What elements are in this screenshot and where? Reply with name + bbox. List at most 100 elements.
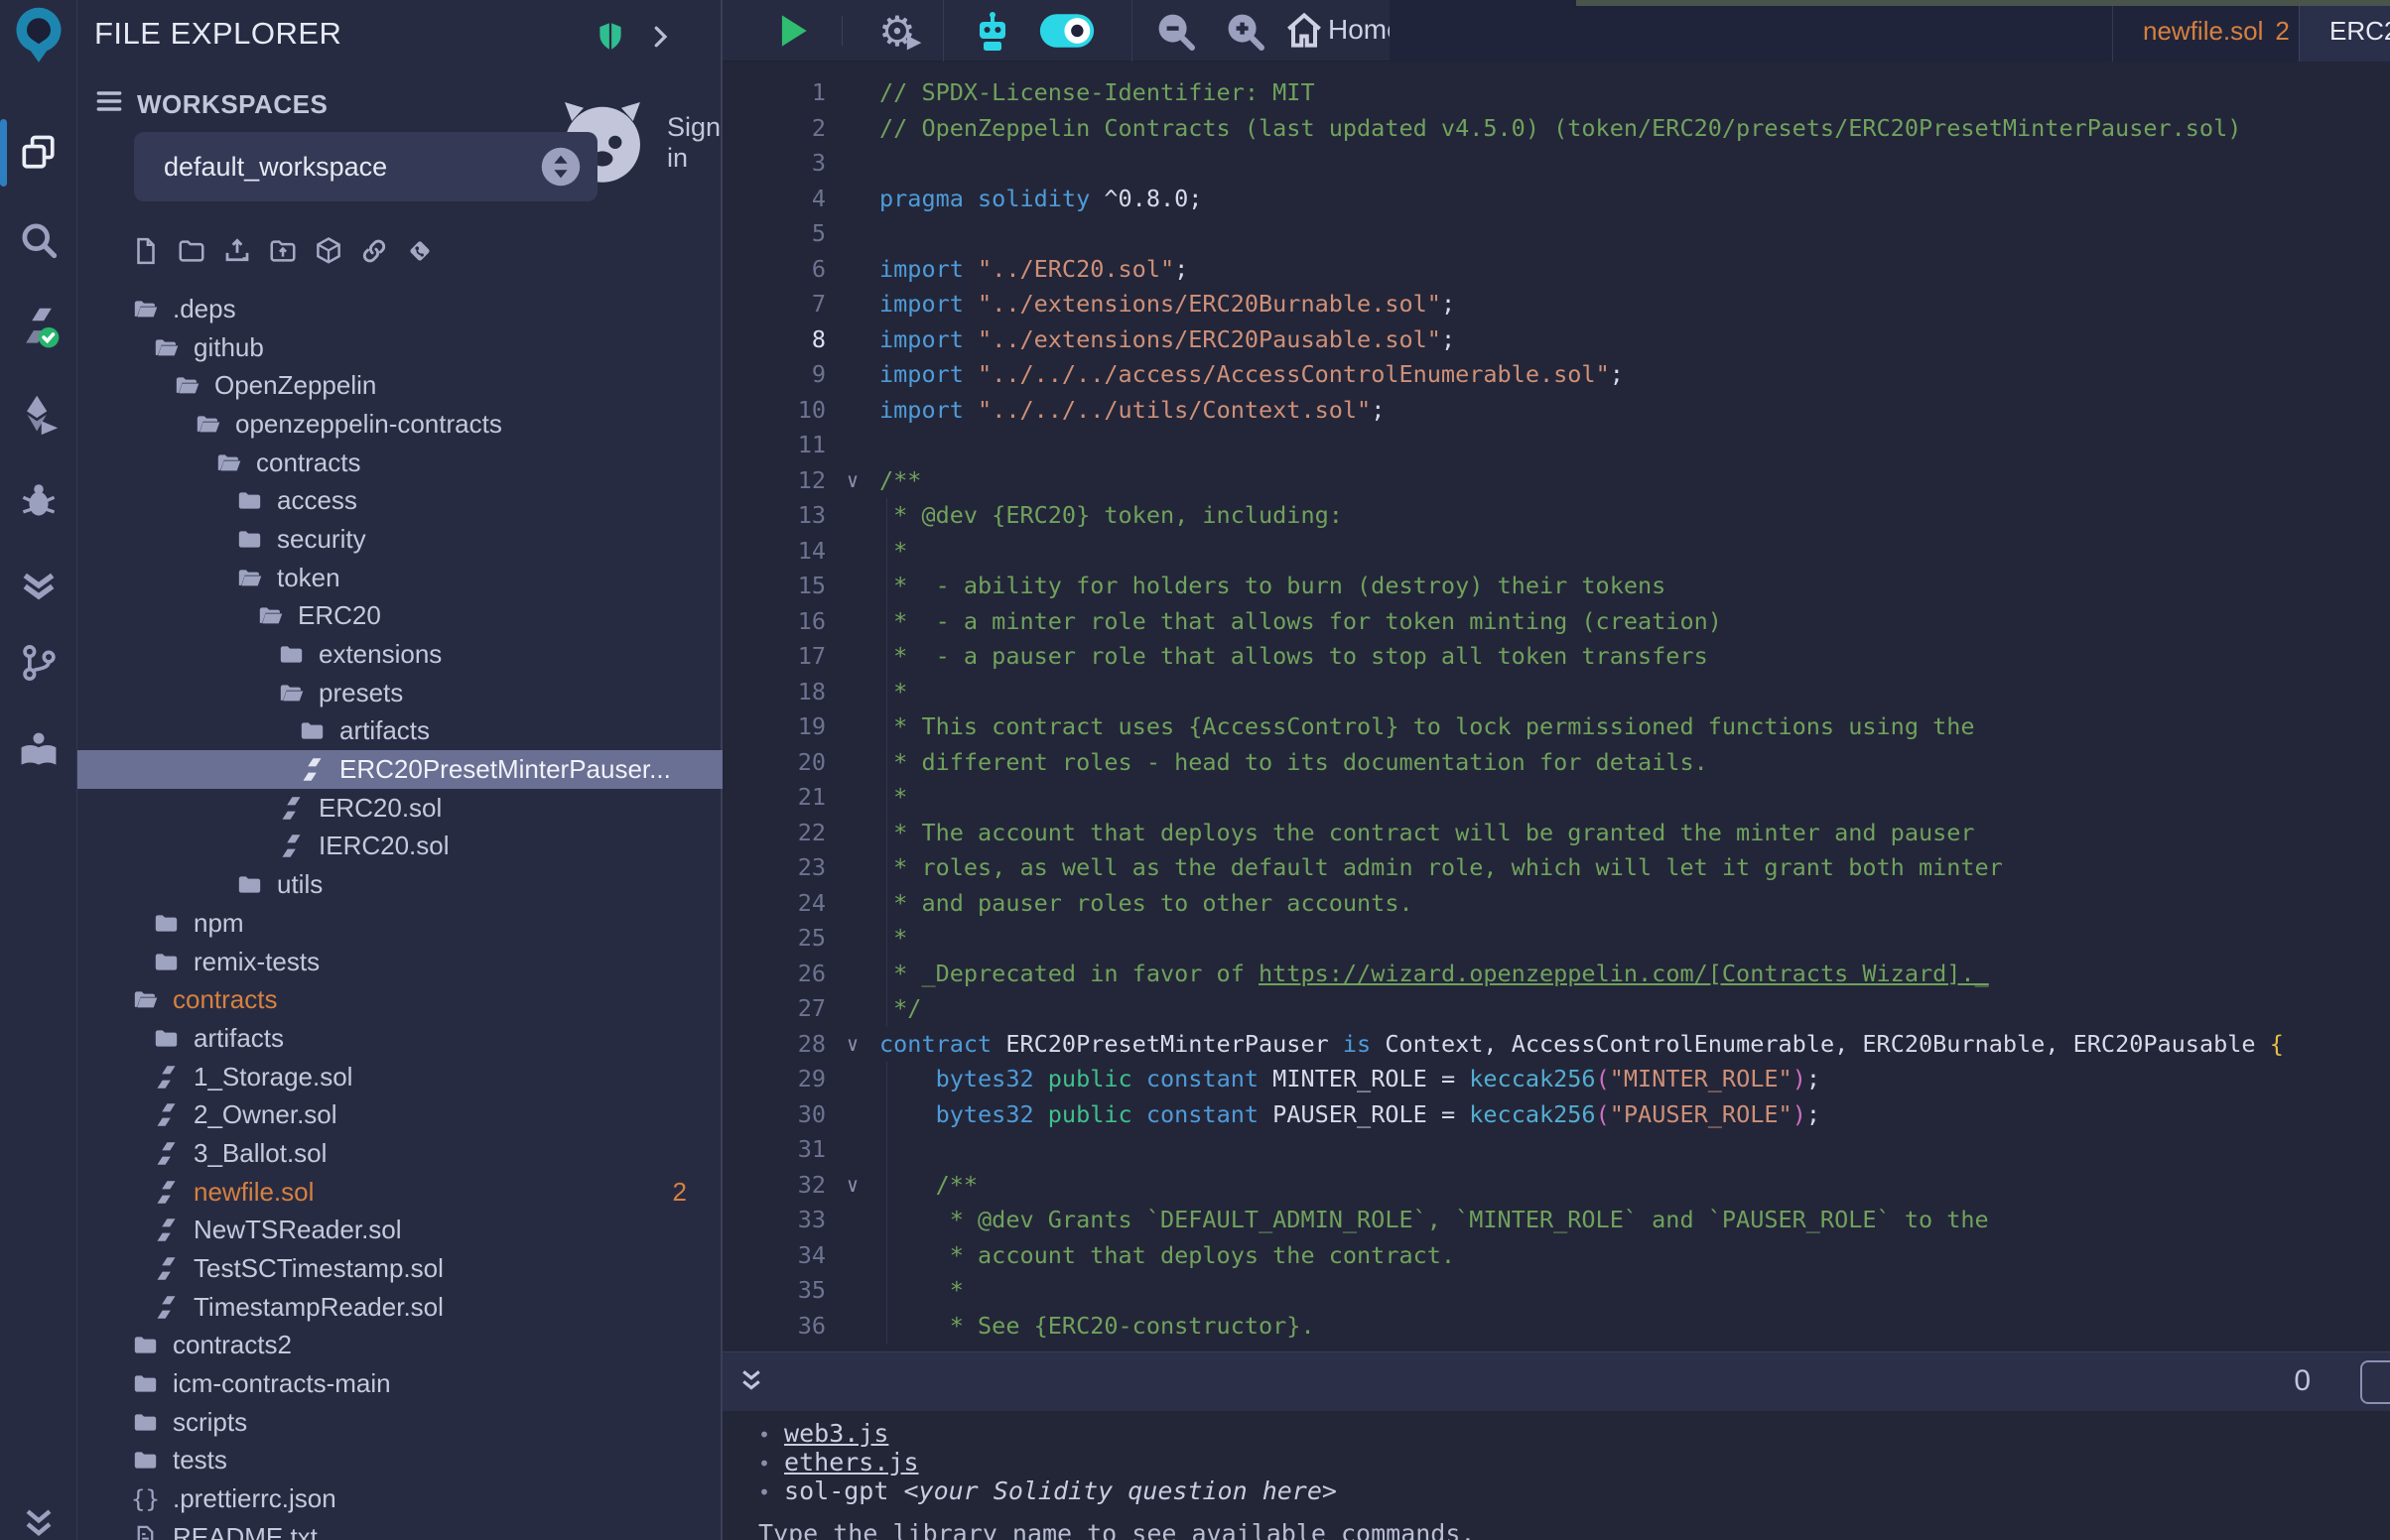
- sol-icon: [153, 1217, 180, 1243]
- workspaces-menu-icon[interactable]: [93, 85, 125, 117]
- tree-item-erc20presetminterpauser-[interactable]: ERC20PresetMinterPauser...: [77, 750, 723, 789]
- tree-item--deps[interactable]: .deps: [77, 290, 723, 328]
- create-new-folder-icon[interactable]: [176, 230, 207, 272]
- terminal: 0 •web3.js•ethers.js •sol-gpt <your Soli…: [723, 1351, 2390, 1540]
- tree-item-erc20[interactable]: ERC20: [77, 597, 723, 636]
- tree-item-newfile-sol[interactable]: newfile.sol2: [77, 1173, 723, 1212]
- unit-testing-icon[interactable]: [0, 558, 77, 613]
- workspace-select[interactable]: default_workspace: [134, 132, 598, 201]
- tree-item-openzeppelin[interactable]: OpenZeppelin: [77, 366, 723, 405]
- tree-item-label: NewTSReader.sol: [194, 1215, 402, 1245]
- debugger-icon[interactable]: [0, 472, 77, 528]
- sol-icon: [153, 1140, 180, 1167]
- fold-gutter: [826, 745, 879, 781]
- icon-rail: [0, 0, 77, 1540]
- line-number: 5: [723, 216, 826, 252]
- tree-item-presets[interactable]: presets: [77, 674, 723, 712]
- terminal-search-box-partial[interactable]: [2360, 1360, 2390, 1404]
- tree-item-utils[interactable]: utils: [77, 865, 723, 904]
- git-icon[interactable]: [0, 635, 77, 691]
- ai-copilot-icon[interactable]: [969, 0, 1016, 62]
- code-line: 25 *: [723, 921, 2390, 957]
- tab-label: newfile.sol: [2143, 16, 2263, 47]
- tree-item-ierc20-sol[interactable]: IERC20.sol: [77, 828, 723, 866]
- tree-item-newtsreader-sol[interactable]: NewTSReader.sol: [77, 1212, 723, 1250]
- terminal-collapse-icon[interactable]: [734, 1365, 768, 1399]
- library-link[interactable]: web3.js: [784, 1419, 888, 1448]
- code-text: * different roles - head to its document…: [879, 745, 1708, 781]
- home-icon[interactable]: [1282, 0, 1326, 62]
- shield-icon[interactable]: [594, 20, 627, 54]
- tree-item-2-owner-sol[interactable]: 2_Owner.sol: [77, 1095, 723, 1134]
- line-number: 4: [723, 182, 826, 217]
- tree-item-timestampreader-sol[interactable]: TimestampReader.sol: [77, 1288, 723, 1327]
- clone-git-repo-icon[interactable]: [404, 230, 436, 272]
- editor-topbar: ⚙▶ Home newfile.sol2ERC20PresetMinterPau…: [723, 0, 2390, 62]
- import-from-url-icon[interactable]: [358, 230, 390, 272]
- code-line: 23 * roles, as well as the default admin…: [723, 850, 2390, 886]
- code-editor[interactable]: 1// SPDX-License-Identifier: MIT2// Open…: [723, 62, 2390, 1351]
- tree-item-erc20-sol[interactable]: ERC20.sol: [77, 789, 723, 828]
- tree-item-artifacts[interactable]: artifacts: [77, 712, 723, 751]
- load-from-ipfs-icon[interactable]: [313, 230, 344, 272]
- tree-item-readme-txt[interactable]: README.txt: [77, 1518, 723, 1540]
- tree-item-1-storage-sol[interactable]: 1_Storage.sol: [77, 1058, 723, 1096]
- tree-item-scripts[interactable]: scripts: [77, 1403, 723, 1442]
- tab-newfile-sol[interactable]: newfile.sol2: [2112, 0, 2299, 62]
- chevron-right-icon[interactable]: [645, 22, 675, 52]
- code-text: /**: [879, 1168, 978, 1204]
- code-line: 1// SPDX-License-Identifier: MIT: [723, 75, 2390, 111]
- line-number: 10: [723, 393, 826, 429]
- code-line: 2// OpenZeppelin Contracts (last updated…: [723, 111, 2390, 147]
- tree-item-3-ballot-sol[interactable]: 3_Ballot.sol: [77, 1134, 723, 1173]
- file-explorer-icon[interactable]: [0, 125, 77, 181]
- tree-item-remix-tests[interactable]: remix-tests: [77, 943, 723, 981]
- folder-icon: [236, 871, 263, 898]
- tree-item-access[interactable]: access: [77, 481, 723, 520]
- plugin-learn-icon[interactable]: [0, 722, 77, 778]
- tree-item-token[interactable]: token: [77, 559, 723, 597]
- fold-gutter: [826, 569, 879, 604]
- code-line: 33 * @dev Grants `DEFAULT_ADMIN_ROLE`, `…: [723, 1203, 2390, 1238]
- tree-item-npm[interactable]: npm: [77, 904, 723, 943]
- zoom-in-icon[interactable]: [1221, 0, 1268, 62]
- terminal-header[interactable]: 0: [723, 1351, 2390, 1411]
- tree-item-testsctimestamp-sol[interactable]: TestSCTimestamp.sol: [77, 1249, 723, 1288]
- code-line: 21 *: [723, 780, 2390, 816]
- zoom-out-icon[interactable]: [1151, 0, 1199, 62]
- tree-item-contracts2[interactable]: contracts2: [77, 1327, 723, 1365]
- toolbar-separator: [943, 0, 944, 62]
- fold-chevron-icon[interactable]: ∨: [826, 1027, 879, 1063]
- tree-item-contracts[interactable]: contracts: [77, 980, 723, 1019]
- tree-item--prettierrc-json[interactable]: {}.prettierrc.json: [77, 1479, 723, 1518]
- upload-folder-icon[interactable]: [267, 230, 299, 272]
- fold-chevron-icon[interactable]: ∨: [826, 1168, 879, 1204]
- run-script-button[interactable]: ⚙▶: [869, 0, 925, 62]
- ai-copilot-toggle[interactable]: [1030, 0, 1104, 62]
- code-text: * _Deprecated in favor of https://wizard…: [879, 957, 1989, 992]
- fold-chevron-icon[interactable]: ∨: [826, 463, 879, 499]
- tree-item-security[interactable]: security: [77, 520, 723, 559]
- deploy-run-icon[interactable]: [0, 387, 77, 443]
- tab-erc20presetminterpauser-sol[interactable]: ERC20PresetMinterPauser.sol×: [2299, 0, 2390, 62]
- fold-gutter: [826, 1238, 879, 1274]
- tree-item-label: README.txt: [173, 1522, 318, 1540]
- tree-item-icm-contracts-main[interactable]: icm-contracts-main: [77, 1364, 723, 1403]
- remix-logo-icon[interactable]: [0, 6, 77, 62]
- create-new-file-icon[interactable]: [130, 230, 162, 272]
- fold-gutter: [826, 675, 879, 710]
- tree-item-tests[interactable]: tests: [77, 1442, 723, 1480]
- play-button[interactable]: [770, 0, 814, 62]
- search-icon[interactable]: [0, 212, 77, 268]
- workspace-stepper-icon[interactable]: [539, 145, 583, 189]
- tree-item-github[interactable]: github: [77, 328, 723, 367]
- tree-item-artifacts[interactable]: artifacts: [77, 1019, 723, 1058]
- collapse-panel-icon[interactable]: [0, 1496, 77, 1540]
- tree-item-openzeppelin-contracts[interactable]: openzeppelin-contracts: [77, 405, 723, 444]
- solidity-compiler-icon[interactable]: [0, 300, 77, 355]
- library-link[interactable]: ethers.js: [784, 1448, 918, 1476]
- tree-item-contracts[interactable]: contracts: [77, 444, 723, 482]
- upload-file-icon[interactable]: [221, 230, 253, 272]
- folder-icon: [299, 717, 326, 744]
- tree-item-extensions[interactable]: extensions: [77, 635, 723, 674]
